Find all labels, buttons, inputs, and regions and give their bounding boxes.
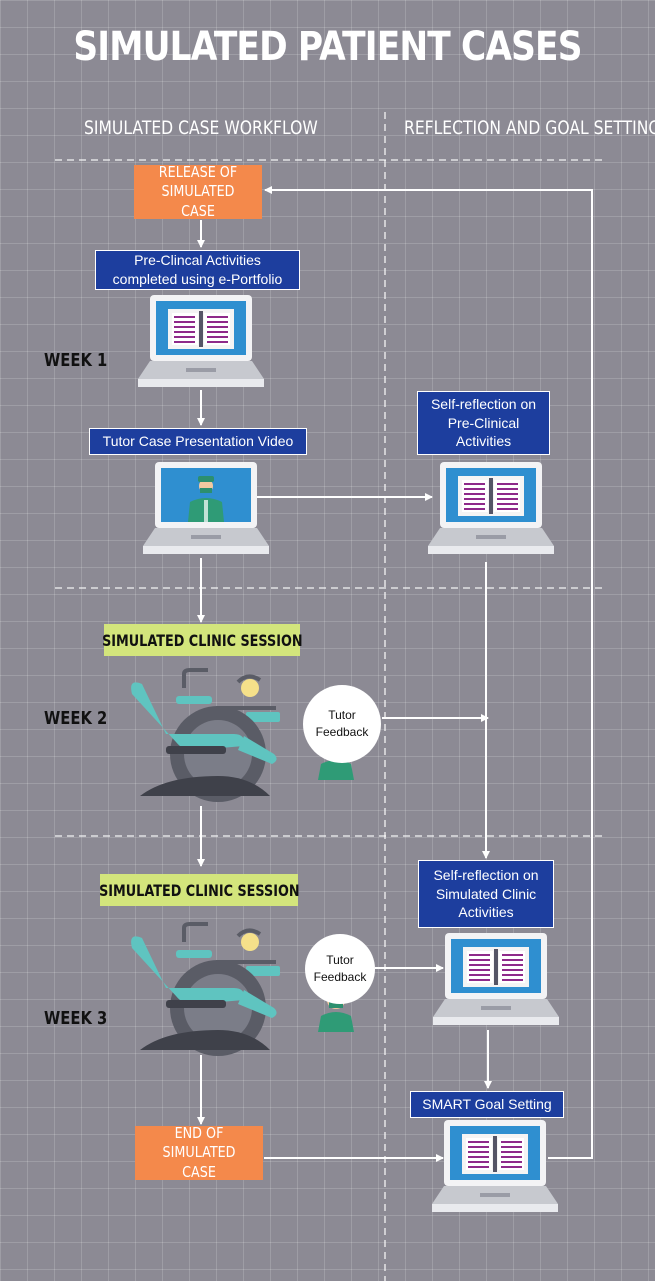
node-tutor-case-video: Tutor Case Presentation Video: [89, 428, 307, 455]
node-preclinical-activities: Pre-Clincal Activities completed using e…: [95, 250, 300, 290]
label-simulated-clinic-session-week3: SIMULATED CLINIC SESSION: [99, 874, 299, 906]
dental-chair-icon: [131, 922, 280, 1056]
week-label-3: WEEK 3: [44, 1008, 108, 1029]
laptop-notebook-icon: [138, 295, 264, 387]
connectors-layer: [55, 112, 607, 1281]
node-release-of-case: RELEASE OF SIMULATED CASE: [134, 163, 262, 220]
node-self-reflection-clinic: Self-reflection on Simulated Clinic Acti…: [418, 860, 554, 928]
laptop-tutor-video-icon: [143, 462, 269, 554]
laptop-notebook-icon: [428, 462, 554, 554]
node-self-reflection-preclinical: Self-reflection on Pre-Clinical Activiti…: [417, 391, 550, 455]
label-simulated-clinic-session-week2: SIMULATED CLINIC SESSION: [102, 624, 302, 656]
tutor-feedback-bubble-week3: Tutor Feedback: [305, 934, 375, 1004]
laptop-notebook-icon: [432, 1120, 558, 1212]
week-label-1: WEEK 1: [44, 350, 108, 371]
dental-chair-icon: [131, 668, 280, 802]
node-smart-goal-setting: SMART Goal Setting: [410, 1091, 564, 1118]
tutor-feedback-bubble-week2: Tutor Feedback: [303, 685, 381, 763]
week-label-2: WEEK 2: [44, 708, 108, 729]
node-end-of-case: END OF SIMULATED CASE: [135, 1124, 263, 1181]
laptop-notebook-icon: [433, 933, 559, 1025]
